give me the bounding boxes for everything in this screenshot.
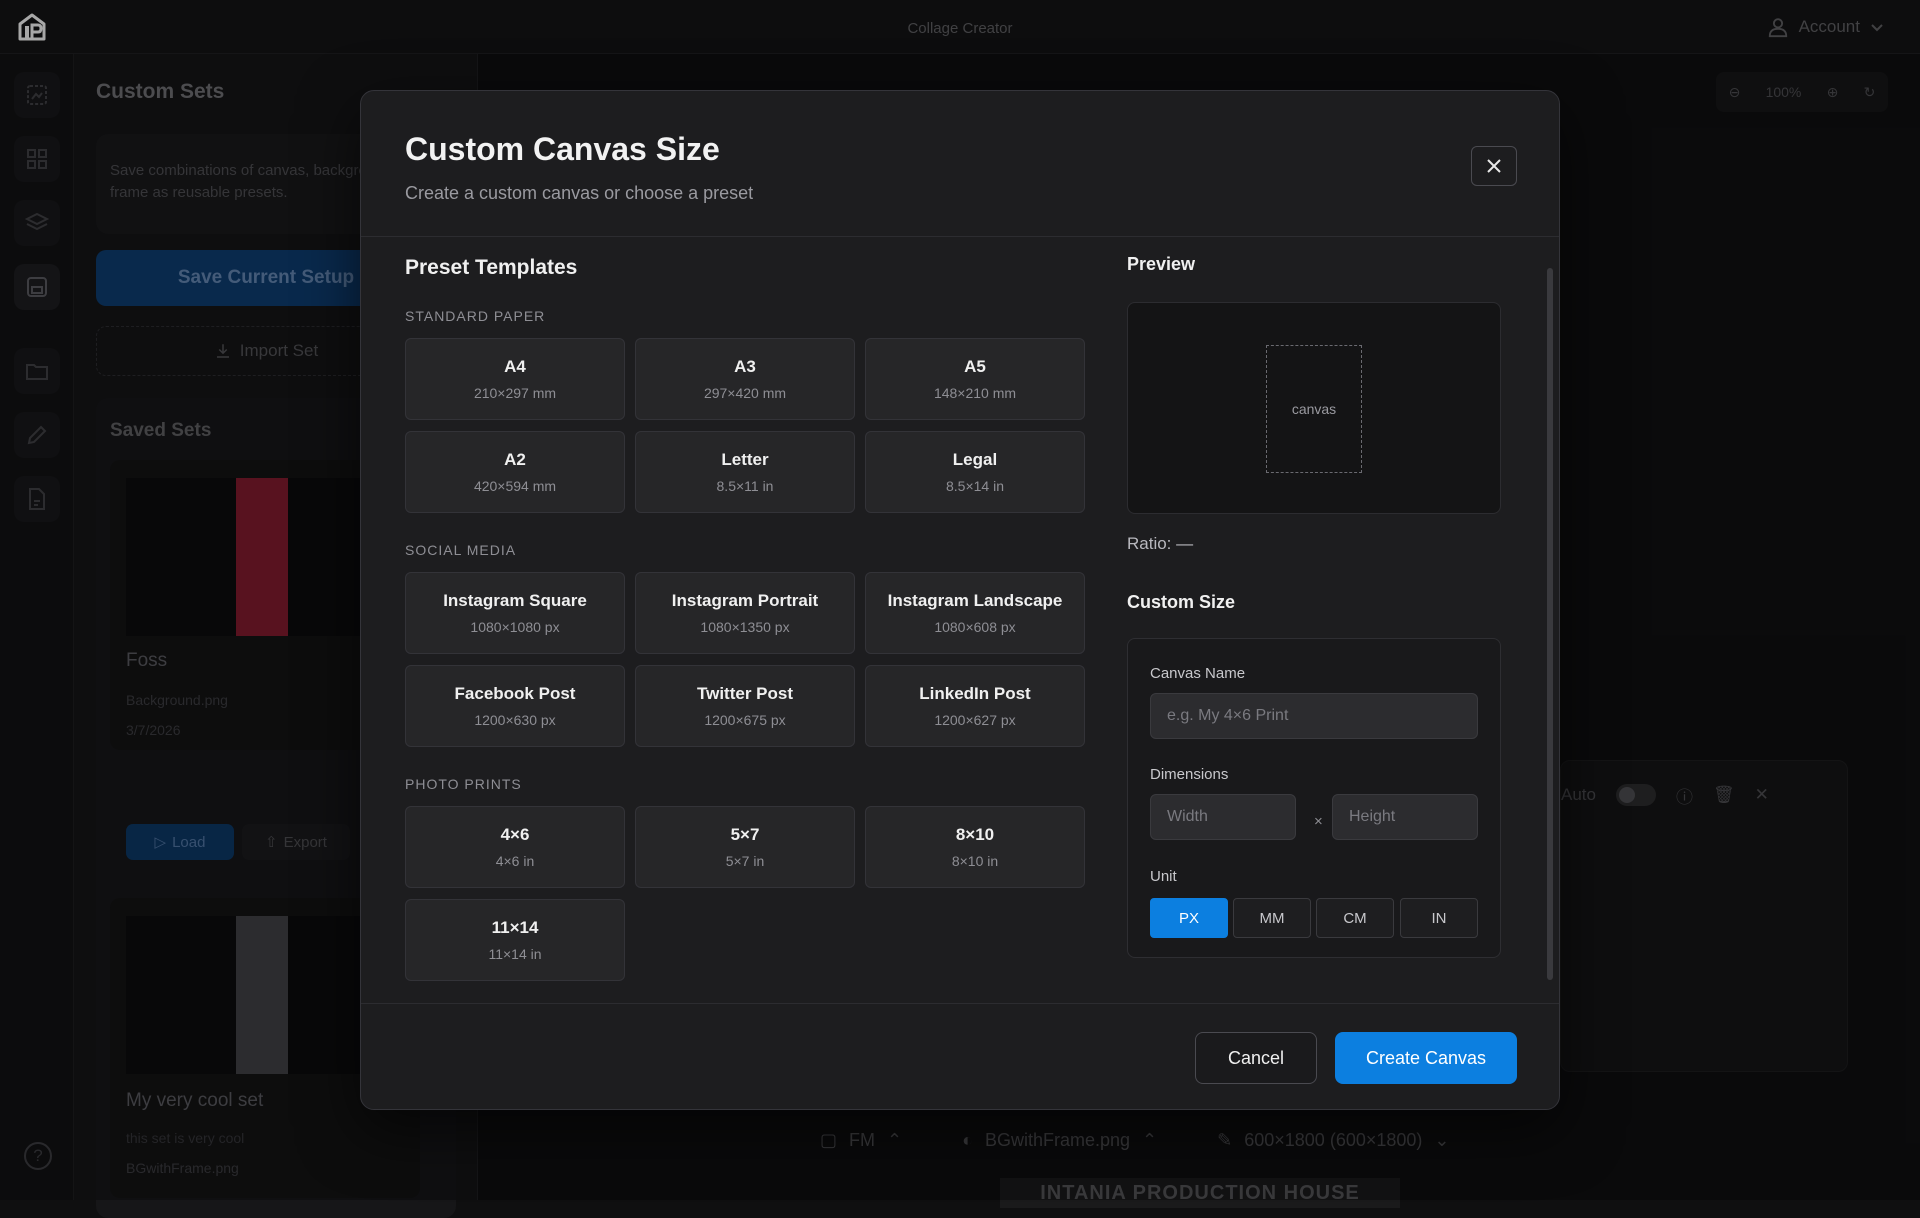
width-input[interactable] xyxy=(1150,794,1296,840)
preset-size: 8.5×11 in xyxy=(716,478,774,494)
ratio-readout: Ratio: — xyxy=(1127,534,1194,553)
unit-in-button[interactable]: IN xyxy=(1400,898,1478,938)
preset-linkedin-post[interactable]: LinkedIn Post 1200×627 px xyxy=(865,665,1085,747)
preset-name: LinkedIn Post xyxy=(919,684,1031,703)
preset-name: 4×6 xyxy=(500,825,530,844)
preset-name: Letter xyxy=(721,450,769,469)
preset-name: A2 xyxy=(504,450,526,469)
close-icon xyxy=(1487,159,1501,173)
canvas-name-label: Canvas Name xyxy=(1150,665,1246,682)
preset-facebook-post[interactable]: Facebook Post 1200×630 px xyxy=(405,665,625,747)
preset-a2[interactable]: A2 420×594 mm xyxy=(405,431,625,513)
preset-instagram-square[interactable]: Instagram Square 1080×1080 px xyxy=(405,572,625,654)
preset-size: 8×10 in xyxy=(951,853,999,869)
preview-title: Preview xyxy=(1127,254,1196,274)
preset-name: 11×14 xyxy=(491,918,539,937)
app-root: Collage Creator Account ? Custom Sets Sa… xyxy=(0,0,1920,1218)
preset-name: Instagram Portrait xyxy=(671,591,819,610)
preset-8x10[interactable]: 8×10 8×10 in xyxy=(865,806,1085,888)
preset-size: 11×14 in xyxy=(488,946,542,962)
modal-scrollbar[interactable] xyxy=(1547,268,1553,980)
close-modal-button[interactable] xyxy=(1471,146,1517,186)
preset-size: 1080×1350 px xyxy=(700,619,790,635)
preset-4x6[interactable]: 4×6 4×6 in xyxy=(405,806,625,888)
preset-size: 5×7 in xyxy=(725,853,765,869)
custom-size-form: Canvas Name Dimensions × Unit PX MM CM I… xyxy=(1127,638,1501,958)
category-label: PHOTO PRINTS xyxy=(405,776,522,792)
preset-name: A4 xyxy=(504,357,526,376)
preset-instagram-portrait[interactable]: Instagram Portrait 1080×1350 px xyxy=(635,572,855,654)
preset-size: 148×210 mm xyxy=(933,385,1017,401)
preset-size: 1200×627 px xyxy=(934,712,1016,728)
times-symbol: × xyxy=(1314,813,1323,830)
preset-name: Legal xyxy=(952,450,998,469)
preset-name: Instagram Landscape xyxy=(887,591,1063,610)
create-canvas-button[interactable]: Create Canvas xyxy=(1335,1032,1517,1084)
preset-instagram-landscape[interactable]: Instagram Landscape 1080×608 px xyxy=(865,572,1085,654)
modal-footer: Cancel Create Canvas xyxy=(361,1003,1559,1109)
custom-canvas-modal: Custom Canvas Size Create a custom canva… xyxy=(360,90,1560,1110)
preview-canvas: canvas xyxy=(1266,345,1362,473)
height-input[interactable] xyxy=(1332,794,1478,840)
preset-size: 1200×630 px xyxy=(474,712,556,728)
preset-name: Instagram Square xyxy=(443,591,587,610)
preset-size: 1080×608 px xyxy=(934,619,1016,635)
category-label: STANDARD PAPER xyxy=(405,308,546,324)
preset-name: A5 xyxy=(964,357,986,376)
unit-cm-button[interactable]: CM xyxy=(1316,898,1394,938)
preset-twitter-post[interactable]: Twitter Post 1200×675 px xyxy=(635,665,855,747)
category-label: SOCIAL MEDIA xyxy=(405,542,517,558)
preset-name: 5×7 xyxy=(730,825,760,844)
preset-size: 420×594 mm xyxy=(473,478,557,494)
preset-name: 8×10 xyxy=(955,825,995,844)
preset-name: Facebook Post xyxy=(454,684,576,703)
preset-size: 4×6 in xyxy=(495,853,535,869)
preset-size: 297×420 mm xyxy=(703,385,787,401)
modal-subtitle: Create a custom canvas or choose a prese… xyxy=(405,183,754,203)
preset-size: 210×297 mm xyxy=(473,385,557,401)
preset-size: 1080×1080 px xyxy=(470,619,560,635)
modal-title: Custom Canvas Size xyxy=(405,131,720,167)
preset-letter[interactable]: Letter 8.5×11 in xyxy=(635,431,855,513)
preset-name: Twitter Post xyxy=(696,684,794,703)
preview-area: canvas xyxy=(1127,302,1501,514)
cancel-button[interactable]: Cancel xyxy=(1195,1032,1317,1084)
custom-size-title: Custom Size xyxy=(1127,592,1236,612)
unit-label: Unit xyxy=(1150,868,1177,885)
preset-size: 1200×675 px xyxy=(704,712,786,728)
preset-legal[interactable]: Legal 8.5×14 in xyxy=(865,431,1085,513)
preset-5x7[interactable]: 5×7 5×7 in xyxy=(635,806,855,888)
preset-templates-title: Preset Templates xyxy=(405,256,578,279)
preset-a3[interactable]: A3 297×420 mm xyxy=(635,338,855,420)
canvas-name-input[interactable] xyxy=(1150,693,1478,739)
unit-mm-button[interactable]: MM xyxy=(1233,898,1311,938)
preset-size: 8.5×14 in xyxy=(946,478,1004,494)
preset-a4[interactable]: A4 210×297 mm xyxy=(405,338,625,420)
unit-px-button[interactable]: PX xyxy=(1150,898,1228,938)
preset-11x14[interactable]: 11×14 11×14 in xyxy=(405,899,625,981)
dimensions-label: Dimensions xyxy=(1150,766,1229,783)
preset-a5[interactable]: A5 148×210 mm xyxy=(865,338,1085,420)
preset-name: A3 xyxy=(734,357,756,376)
modal-body: Preset Templates STANDARD PAPER A4 210×2… xyxy=(361,238,1559,1002)
modal-header: Custom Canvas Size Create a custom canva… xyxy=(361,91,1559,237)
